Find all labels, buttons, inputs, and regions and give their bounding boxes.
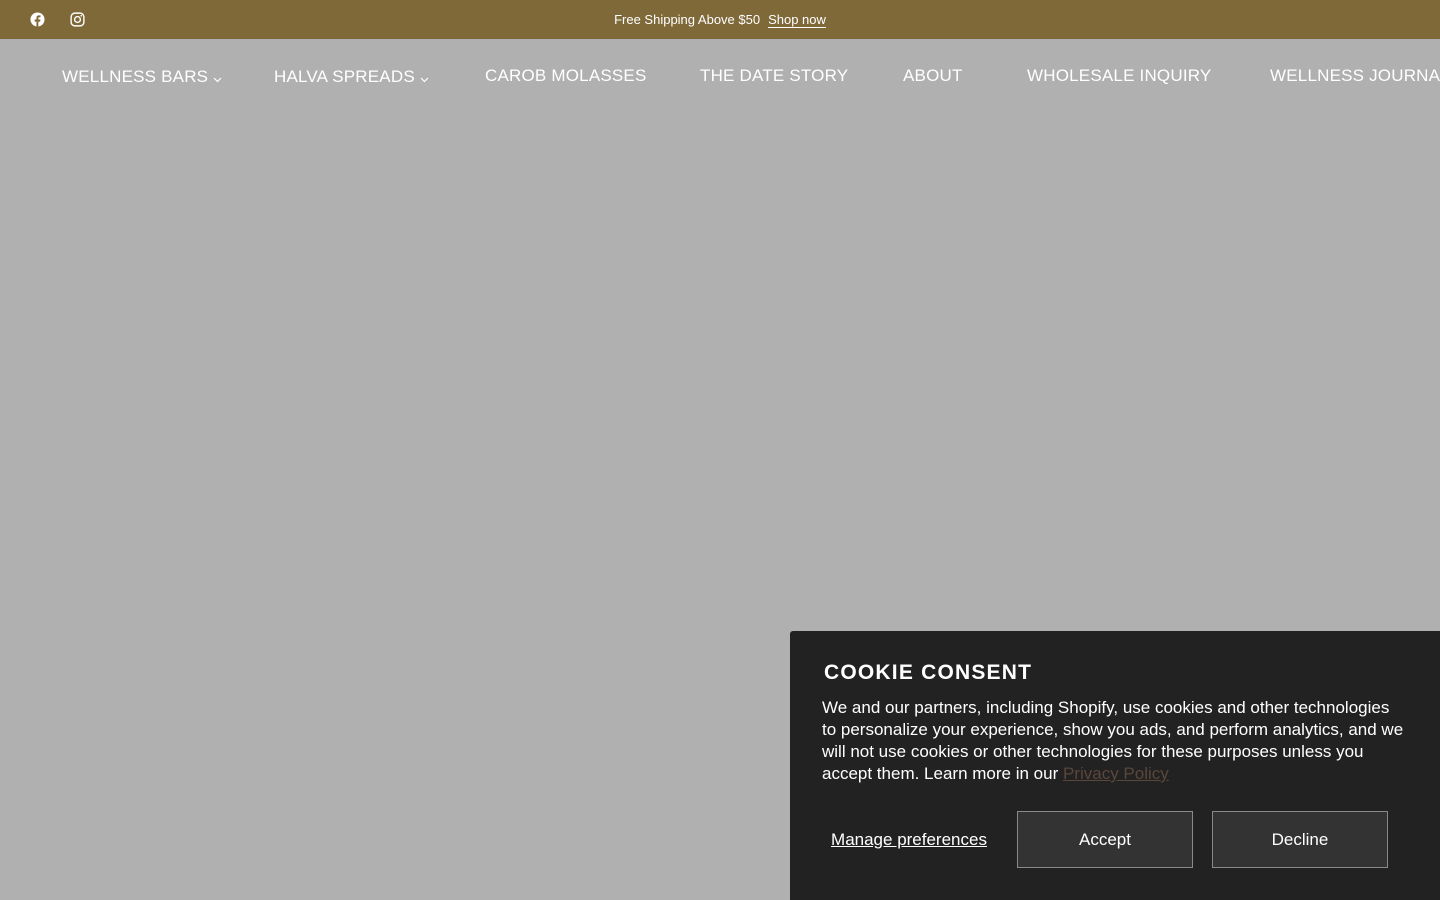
nav-item-label: HALVA SPREADS [274,67,415,86]
nav-item-label: WELLNESS JOURNAL [1270,66,1440,85]
nav-item-carob-molasses[interactable]: CAROB MOLASSES [485,66,647,86]
chevron-down-icon [213,68,222,88]
nav-item-label: WHOLESALE INQUIRY [1027,66,1212,85]
nav-item-wholesale-inquiry[interactable]: WHOLESALE INQUIRY [1027,66,1211,86]
announcement-text: Free Shipping Above $50 [614,12,761,27]
decline-button[interactable]: Decline [1212,811,1388,868]
announcement-bar: Free Shipping Above $50 Shop now [0,0,1440,39]
privacy-policy-link[interactable]: Privacy Policy [1063,764,1169,783]
chevron-down-icon [420,68,429,88]
cookie-consent-text: We and our partners, including Shopify, … [822,697,1407,785]
main-navigation: WELLNESS BARS HALVA SPREADS CAROB MOLASS… [0,39,1440,113]
accept-button[interactable]: Accept [1017,811,1193,868]
announcement-message: Free Shipping Above $50 Shop now [0,0,1440,39]
cookie-consent-banner: Cookie consent We and our partners, incl… [790,631,1440,900]
manage-preferences-button[interactable]: Manage preferences [824,811,994,867]
nav-item-label: WELLNESS BARS [62,67,209,86]
nav-item-the-date-story[interactable]: THE DATE STORY [700,66,848,86]
nav-item-about[interactable]: ABOUT [903,66,963,86]
nav-item-label: CAROB MOLASSES [485,66,647,85]
nav-item-wellness-bars[interactable]: WELLNESS BARS [62,66,222,88]
nav-item-wellness-journal[interactable]: WELLNESS JOURNAL [1270,66,1440,86]
nav-item-halva-spreads[interactable]: HALVA SPREADS [274,66,429,88]
shop-now-link[interactable]: Shop now [768,12,826,27]
nav-item-label: ABOUT [903,66,963,85]
nav-item-label: THE DATE STORY [700,66,849,85]
cookie-consent-title: Cookie consent [824,661,1033,684]
